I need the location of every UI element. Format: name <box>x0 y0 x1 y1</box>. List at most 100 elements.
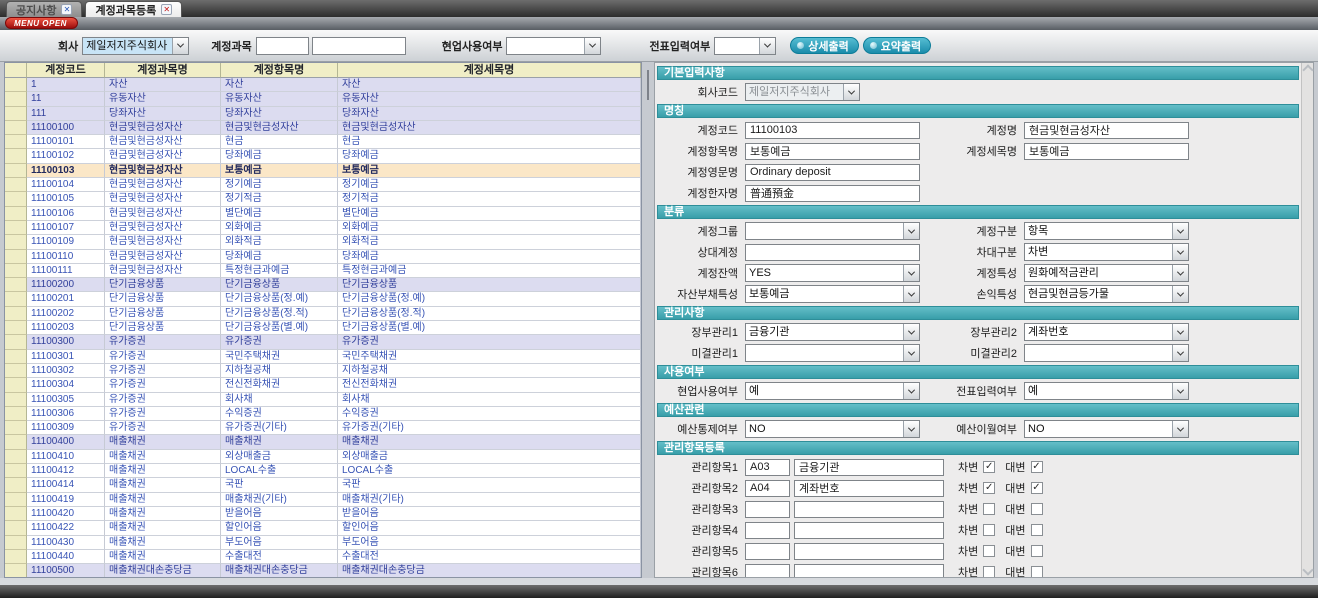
row-header-cell[interactable] <box>5 235 27 249</box>
row-header-cell[interactable] <box>5 78 27 92</box>
chevron-down-icon[interactable] <box>903 286 919 302</box>
chevron-down-icon[interactable] <box>584 38 600 54</box>
table-row[interactable]: 11100422매출채권할인어음할인어음 <box>5 521 641 535</box>
table-row[interactable]: 11100107현금및현금성자산외화예금외화예금 <box>5 221 641 235</box>
detail-scrollbar[interactable] <box>1301 63 1313 577</box>
row-header-cell[interactable] <box>5 107 27 121</box>
row-header-cell[interactable] <box>5 350 27 364</box>
table-row[interactable]: 11100110현금및현금성자산당좌예금당좌예금 <box>5 250 641 264</box>
chevron-down-icon[interactable] <box>1172 383 1188 399</box>
debit-checkbox[interactable] <box>983 566 995 577</box>
table-row[interactable]: 11100104현금및현금성자산정기예금정기예금 <box>5 178 641 192</box>
chevron-down-icon[interactable] <box>903 223 919 239</box>
table-row[interactable]: 11100105현금및현금성자산정기적금정기적금 <box>5 192 641 206</box>
table-row[interactable]: 11100420매출채권받을어음받을어음 <box>5 507 641 521</box>
tab-close-icon[interactable]: ✕ <box>61 4 72 15</box>
table-row[interactable]: 11100111현금및현금성자산특정현금과예금특정현금과예금 <box>5 264 641 278</box>
row-header-cell[interactable] <box>5 164 27 178</box>
table-row[interactable]: 11100304유가증권전신전화채권전신전화채권 <box>5 378 641 392</box>
row-header-cell[interactable] <box>5 550 27 564</box>
table-row[interactable]: 11100412매출채권LOCAL수출LOCAL수출 <box>5 464 641 478</box>
table-row[interactable]: 11100400매출채권매출채권매출채권 <box>5 435 641 449</box>
row-header-cell[interactable] <box>5 378 27 392</box>
detail-input[interactable] <box>745 185 920 202</box>
col-header-code[interactable]: 계정코드 <box>27 63 105 78</box>
chevron-down-icon[interactable] <box>172 38 188 54</box>
row-header-cell[interactable] <box>5 250 27 264</box>
detail-input[interactable] <box>745 143 920 160</box>
mgmt-code-field[interactable] <box>745 459 790 476</box>
debit-checkbox[interactable] <box>983 524 995 536</box>
scroll-down-icon[interactable] <box>1302 564 1313 575</box>
table-row[interactable]: 11100500매출채권대손충당금매출채권대손충당금매출채권대손충당금 <box>5 564 641 578</box>
table-row[interactable]: 11100306유가증권수익증권수익증권 <box>5 407 641 421</box>
row-header-cell[interactable] <box>5 178 27 192</box>
chevron-down-icon[interactable] <box>1172 223 1188 239</box>
detail-select[interactable] <box>1024 344 1189 362</box>
row-header-cell[interactable] <box>5 221 27 235</box>
row-header-cell[interactable] <box>5 464 27 478</box>
table-row[interactable]: 11100109현금및현금성자산외화적금외화적금 <box>5 235 641 249</box>
summary-print-button[interactable]: 요약출력 <box>863 37 931 54</box>
detail-input[interactable] <box>1024 143 1189 160</box>
col-header-item[interactable]: 계정항목명 <box>221 63 338 78</box>
detail-select[interactable]: 항목 <box>1024 222 1189 240</box>
row-header-cell[interactable] <box>5 264 27 278</box>
panel-splitter[interactable] <box>642 62 654 578</box>
table-row[interactable]: 11100101현금및현금성자산현금현금 <box>5 135 641 149</box>
debit-checkbox[interactable] <box>983 503 995 515</box>
detail-input[interactable] <box>745 164 920 181</box>
row-header-cell[interactable] <box>5 450 27 464</box>
mgmt-code-field[interactable] <box>745 543 790 560</box>
chevron-down-icon[interactable] <box>1172 324 1188 340</box>
detail-select[interactable] <box>745 222 920 240</box>
detail-select[interactable]: 계좌번호 <box>1024 323 1189 341</box>
debit-checkbox[interactable] <box>983 545 995 557</box>
row-header-cell[interactable] <box>5 393 27 407</box>
credit-checkbox[interactable] <box>1031 524 1043 536</box>
mgmt-code-field[interactable] <box>745 522 790 539</box>
table-row[interactable]: 1자산자산자산 <box>5 78 641 92</box>
company-select[interactable]: 제일저지주식회사 <box>82 37 189 55</box>
row-header-cell[interactable] <box>5 292 27 306</box>
account-code-input[interactable] <box>256 37 309 55</box>
detail-input[interactable] <box>745 122 920 139</box>
table-row[interactable]: 11100305유가증권회사채회사채 <box>5 393 641 407</box>
table-row[interactable]: 11100102현금및현금성자산당좌예금당좌예금 <box>5 149 641 163</box>
table-row[interactable]: 11100410매출채권외상매출금외상매출금 <box>5 450 641 464</box>
detail-select[interactable]: NO <box>745 420 920 438</box>
table-row[interactable]: 11100103현금및현금성자산보통예금보통예금 <box>5 164 641 178</box>
table-row[interactable]: 11100419매출채권매출채권(기타)매출채권(기타) <box>5 493 641 507</box>
chevron-down-icon[interactable] <box>843 84 859 100</box>
credit-checkbox[interactable]: ✓ <box>1031 461 1043 473</box>
chevron-down-icon[interactable] <box>1172 244 1188 260</box>
mgmt-name-field[interactable] <box>794 480 944 497</box>
mgmt-name-field[interactable] <box>794 543 944 560</box>
row-header-cell[interactable] <box>5 521 27 535</box>
credit-checkbox[interactable] <box>1031 503 1043 515</box>
table-row[interactable]: 11100100현금및현금성자산현금및현금성자산현금및현금성자산 <box>5 121 641 135</box>
row-header-cell[interactable] <box>5 135 27 149</box>
row-header-cell[interactable] <box>5 364 27 378</box>
chevron-down-icon[interactable] <box>759 38 775 54</box>
scroll-up-icon[interactable] <box>1302 64 1313 75</box>
row-header-cell[interactable] <box>5 278 27 292</box>
row-header-cell[interactable] <box>5 407 27 421</box>
menu-open-button[interactable]: MENU OPEN <box>5 17 78 29</box>
mgmt-name-field[interactable] <box>794 564 944 578</box>
mgmt-name-field[interactable] <box>794 522 944 539</box>
detail-input[interactable] <box>745 244 920 261</box>
table-row[interactable]: 11100302유가증권지하철공채지하철공채 <box>5 364 641 378</box>
chevron-down-icon[interactable] <box>1172 286 1188 302</box>
detail-select[interactable]: 예 <box>1024 382 1189 400</box>
detail-select[interactable]: 제일저지주식회사 <box>745 83 860 101</box>
tab-notice[interactable]: 공지사항 ✕ <box>6 1 82 17</box>
mgmt-code-field[interactable] <box>745 564 790 578</box>
chevron-down-icon[interactable] <box>1172 421 1188 437</box>
detail-select[interactable]: NO <box>1024 420 1189 438</box>
chevron-down-icon[interactable] <box>903 345 919 361</box>
row-header-cell[interactable] <box>5 307 27 321</box>
row-header-cell[interactable] <box>5 321 27 335</box>
chevron-down-icon[interactable] <box>903 383 919 399</box>
detail-select[interactable]: YES <box>745 264 920 282</box>
